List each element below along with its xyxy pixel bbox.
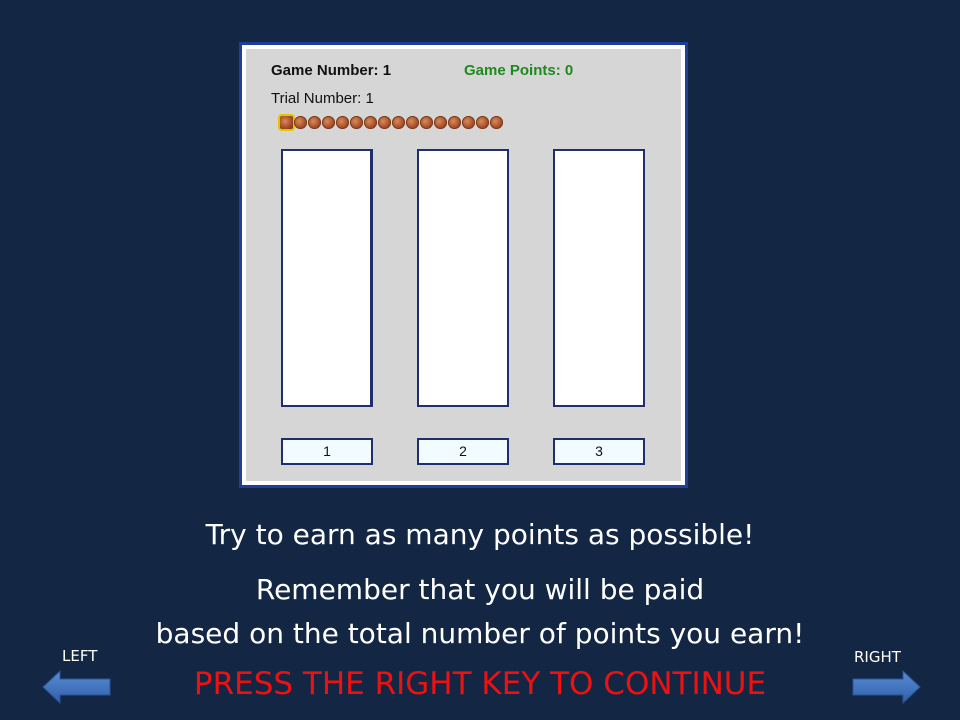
game-points-label: Game Points:: [464, 62, 561, 79]
deck-1-button[interactable]: 1: [281, 438, 373, 465]
trial-number-display: Trial Number: 1: [271, 90, 374, 107]
deck-2-card[interactable]: [417, 149, 509, 407]
trial-token-icon: [280, 115, 293, 129]
trial-token-icon: [476, 115, 489, 129]
deck-2-button[interactable]: 2: [417, 438, 509, 465]
continue-prompt: PRESS THE RIGHT KEY TO CONTINUE: [193, 666, 767, 702]
trial-token-icon: [406, 115, 419, 129]
game-points-value: 0: [564, 62, 574, 79]
game-board: Game Number: 1 Game Points: 0 Trial Numb…: [246, 49, 681, 481]
deck-3-card[interactable]: [553, 149, 645, 407]
deck-1-card[interactable]: [281, 149, 373, 407]
trial-token-icon: [308, 115, 321, 129]
right-arrow-icon: [852, 669, 921, 705]
trial-token-icon: [336, 115, 349, 129]
left-key-label: LEFT: [62, 647, 98, 665]
trial-token-icon: [434, 115, 447, 129]
game-number-display: Game Number: 1: [271, 62, 391, 79]
trial-token-icon: [294, 115, 307, 129]
trial-token-icon: [462, 115, 475, 129]
deck-3-button[interactable]: 3: [553, 438, 645, 465]
game-preview-panel: Game Number: 1 Game Points: 0 Trial Numb…: [239, 42, 688, 488]
trial-token-icon: [448, 115, 461, 129]
trial-token-icon: [420, 115, 433, 129]
right-key-label: RIGHT: [854, 648, 901, 666]
left-arrow-icon: [42, 669, 111, 705]
right-arrow-button[interactable]: [851, 669, 921, 705]
instruction-line-2: Remember that you will be paid: [255, 573, 705, 606]
trial-token-icon: [490, 115, 503, 129]
left-arrow-button[interactable]: [42, 669, 112, 705]
game-points-display: Game Points: 0: [464, 62, 573, 79]
game-number-label: Game Number:: [271, 62, 379, 79]
trial-token-icon: [364, 115, 377, 129]
trial-token-icon: [392, 115, 405, 129]
instruction-screen: Game Number: 1 Game Points: 0 Trial Numb…: [0, 0, 960, 720]
game-number-value: 1: [382, 62, 392, 79]
instruction-line-1: Try to earn as many points as possible!: [205, 518, 755, 551]
trial-token-icon: [350, 115, 363, 129]
trial-progress-tokens: [280, 114, 504, 130]
trial-number-value: 1: [365, 90, 374, 107]
instruction-line-3: based on the total number of points you …: [155, 617, 805, 650]
trial-token-icon: [322, 115, 335, 129]
trial-number-label: Trial Number:: [271, 90, 362, 107]
trial-token-icon: [378, 115, 391, 129]
